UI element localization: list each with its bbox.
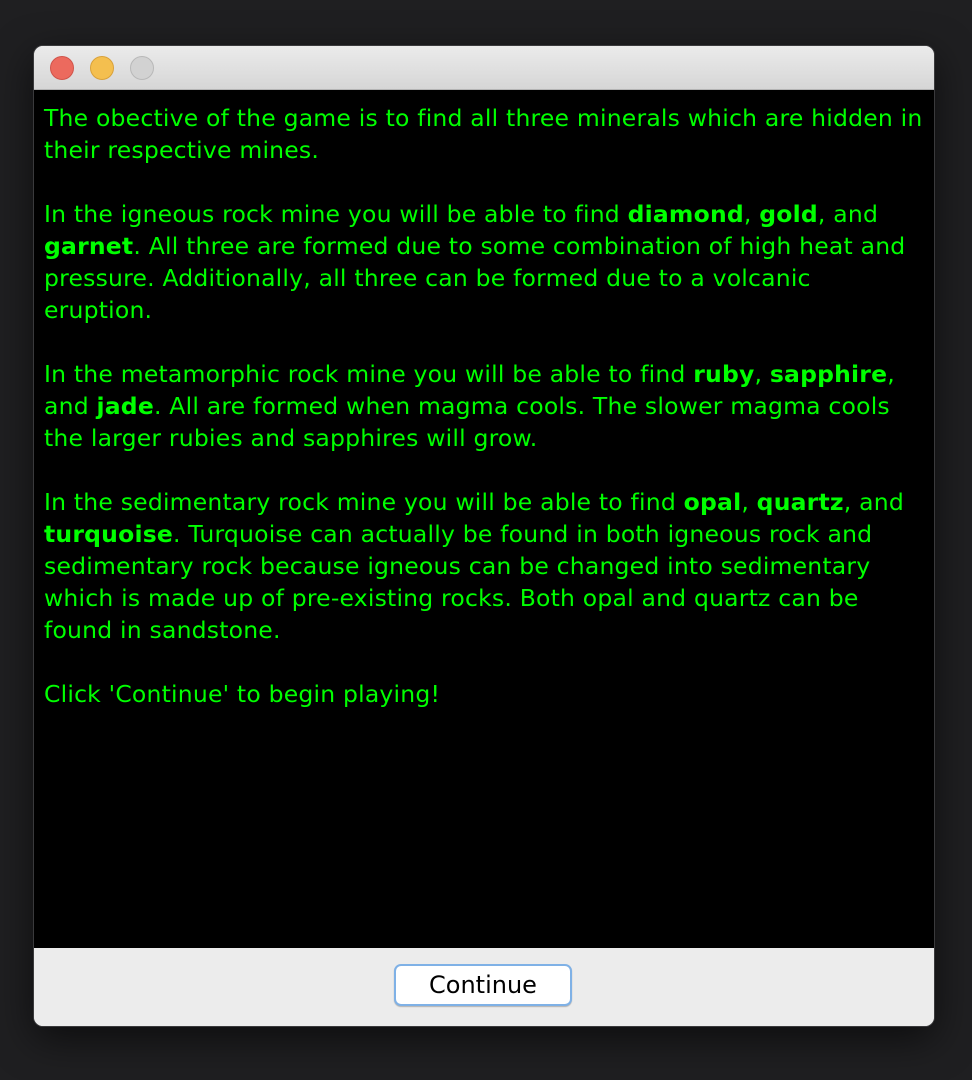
close-window-button[interactable] (50, 56, 74, 80)
metamorphic-suffix: . All are formed when magma cools. The s… (44, 392, 890, 452)
metamorphic-sep1: , (754, 360, 770, 388)
igneous-suffix: . All three are formed due to some combi… (44, 232, 906, 324)
mineral-gold: gold (759, 200, 818, 228)
objective-text: The obective of the game is to find all … (44, 104, 923, 164)
mineral-sapphire: sapphire (769, 360, 888, 388)
mineral-turquoise: turquoise (44, 520, 174, 548)
instructions-continue-hint: Click 'Continue' to begin playing! (44, 678, 924, 710)
sedimentary-sep1: , (741, 488, 757, 516)
sedimentary-prefix: In the sedimentary rock mine you will be… (44, 488, 684, 516)
continue-button[interactable]: Continue (394, 964, 572, 1006)
mineral-garnet: garnet (44, 232, 134, 260)
continue-hint-text: Click 'Continue' to begin playing! (44, 680, 441, 708)
instructions-sedimentary: In the sedimentary rock mine you will be… (44, 486, 924, 646)
mineral-diamond: diamond (627, 200, 744, 228)
zoom-window-button[interactable] (130, 56, 154, 80)
igneous-sep1: , (743, 200, 760, 228)
sedimentary-sep2: , and (843, 488, 904, 516)
instructions-objective: The obective of the game is to find all … (44, 102, 924, 166)
instructions-panel: The obective of the game is to find all … (34, 90, 934, 948)
igneous-prefix: In the igneous rock mine you will be abl… (44, 200, 628, 228)
mineral-opal: opal (683, 488, 742, 516)
instructions-igneous: In the igneous rock mine you will be abl… (44, 198, 924, 326)
metamorphic-prefix: In the metamorphic rock mine you will be… (44, 360, 694, 388)
button-bar: Continue (34, 948, 934, 1026)
mineral-jade: jade (96, 392, 154, 420)
mineral-ruby: ruby (693, 360, 755, 388)
igneous-sep2: , and (817, 200, 879, 228)
title-bar[interactable] (34, 46, 934, 90)
minimize-window-button[interactable] (90, 56, 114, 80)
game-window: The obective of the game is to find all … (34, 46, 934, 1026)
instructions-metamorphic: In the metamorphic rock mine you will be… (44, 358, 924, 454)
mineral-quartz: quartz (756, 488, 844, 516)
